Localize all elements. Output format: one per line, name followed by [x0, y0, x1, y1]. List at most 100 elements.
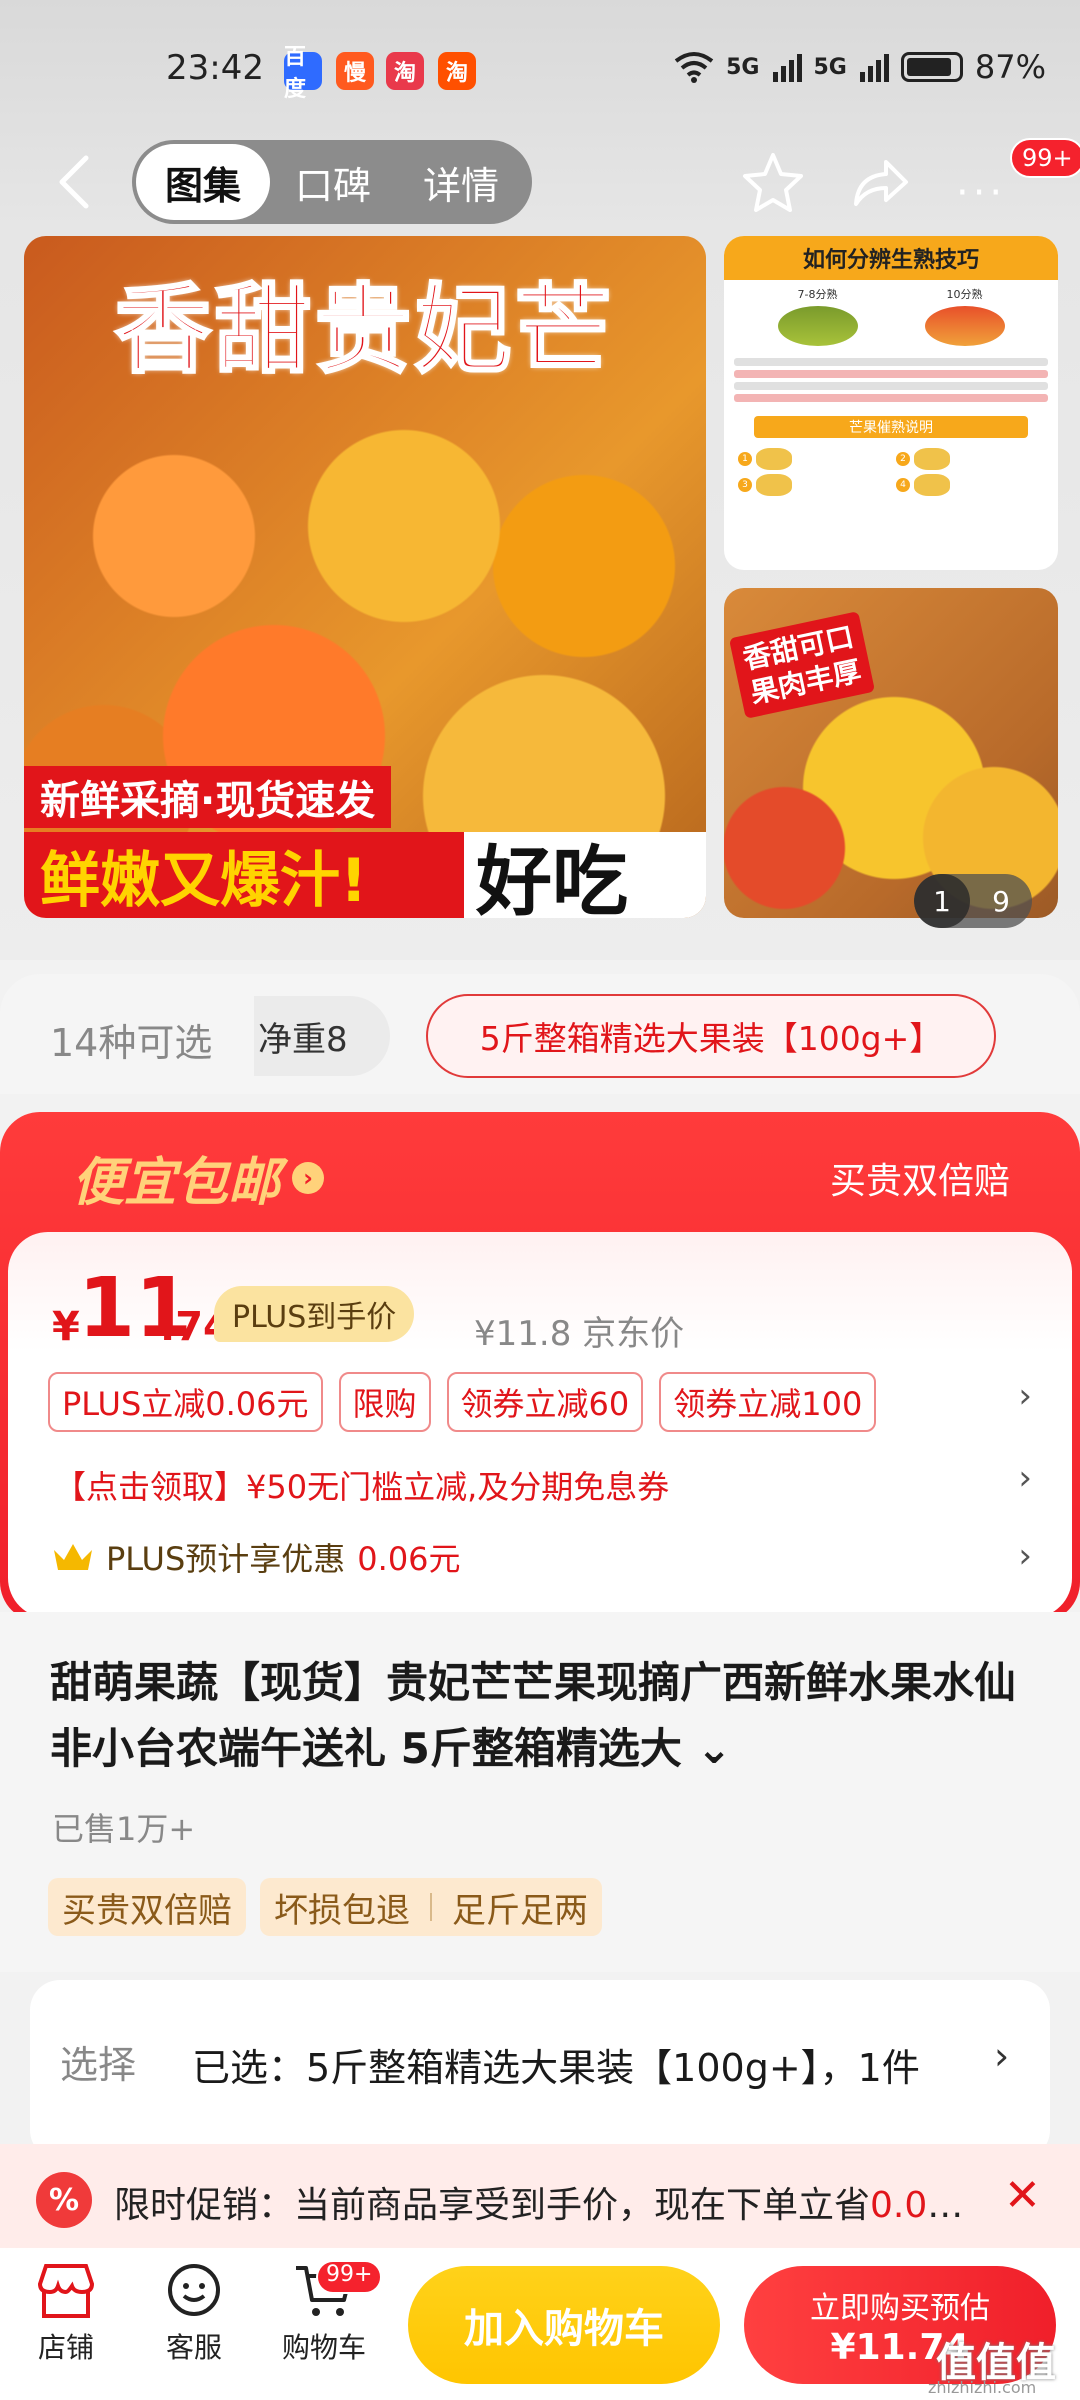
- taobao-618-app-icon: 淘: [438, 52, 476, 90]
- message-badge: 99+: [1010, 138, 1080, 178]
- ripening-steps: 1 2 3 4: [724, 444, 1058, 500]
- coupon-claim-chevron-icon[interactable]: ›: [1018, 1458, 1032, 1498]
- product-title-text: 甜萌果蔬【现货】贵妃芒芒果现摘广西新鲜水果水仙非小台农端午送礼 5斤整箱精选大: [50, 1658, 1017, 1773]
- gallery-counter: 1 9: [914, 874, 1032, 928]
- variant-chip-partial[interactable]: 净重8: [254, 996, 390, 1076]
- service-tags: 买贵双倍赔 坏损包退 足斤足两: [48, 1878, 602, 1936]
- plus-line-amount: 0.06元: [357, 1540, 461, 1578]
- green-mango-image: [777, 306, 858, 346]
- discount-icon: %: [36, 2172, 92, 2228]
- service-label: 客服: [165, 2331, 222, 2364]
- step-2: 2: [896, 448, 1044, 470]
- gallery-main-title: 香甜贵妃芒: [114, 273, 615, 388]
- status-time: 23:42: [166, 48, 264, 88]
- step-image: [914, 448, 950, 470]
- plus-price-pill: PLUS到手价: [214, 1286, 415, 1342]
- price-guarantee[interactable]: 买贵双倍赔: [830, 1152, 1010, 1204]
- plus-chevron-icon[interactable]: ›: [1018, 1536, 1032, 1576]
- baidu-app-icon: 百度: [284, 45, 322, 102]
- nav-tabs: 图集 口碑 详情: [132, 140, 532, 224]
- gallery-thumb-ripeness[interactable]: 如何分辨生熟技巧 7-8分熟 10分熟 芒果催熟说明 1 2 3 4: [724, 236, 1058, 570]
- jd-price-value: ¥11.8: [474, 1314, 572, 1354]
- gallery-main-subtitle: 新鲜采摘·现货速发: [24, 766, 392, 828]
- coupon-limit[interactable]: 限购: [338, 1372, 431, 1432]
- variant-chip-selected[interactable]: 5斤整箱精选大果装【100g+】: [426, 994, 996, 1078]
- limited-promo-amount: 0.06...: [870, 2185, 964, 2226]
- ripeness-title: 如何分辨生熟技巧: [724, 236, 1058, 280]
- share-icon[interactable]: [848, 152, 910, 212]
- fruit-78-label: 7-8分熟: [797, 288, 838, 301]
- ripe-mango-image: [924, 306, 1005, 346]
- cart-label: 购物车: [281, 2331, 366, 2364]
- back-icon[interactable]: [52, 152, 98, 212]
- close-icon[interactable]: ✕: [1004, 2170, 1041, 2221]
- tag-service[interactable]: 坏损包退 足斤足两: [260, 1878, 602, 1936]
- tab-gallery[interactable]: 图集: [136, 144, 270, 220]
- step-dot: 3: [738, 478, 752, 492]
- gallery-counter-total: 9: [992, 884, 1010, 918]
- signal-bars-icon: [772, 54, 802, 82]
- signal-bars-icon-2: [859, 54, 889, 82]
- jd-price-label: 京东价: [582, 1314, 685, 1354]
- gallery-main-slogan: 鲜嫩又爆汁!: [24, 832, 464, 918]
- signal-5g-icon-2: 5G: [813, 54, 847, 80]
- shop-icon: [37, 2264, 95, 2318]
- limited-promo-text[interactable]: 限时促销：当前商品享受到手价，现在下单立省0.06...: [114, 2176, 964, 2228]
- variant-count[interactable]: 14种可选: [50, 1012, 212, 1067]
- coupon-60[interactable]: 领券立减60: [446, 1372, 644, 1432]
- mango-flesh-tag: 香甜可口 果肉丰厚: [728, 611, 876, 719]
- coupon-row: PLUS立减0.06元 限购 领券立减60 领券立减100: [48, 1372, 877, 1432]
- jd-price: ¥11.8 京东价: [474, 1306, 684, 1355]
- wifi-icon: [674, 52, 714, 83]
- coupon-claim-line[interactable]: 【点击领取】¥50无门槛立减,及分期免息券: [54, 1462, 669, 1508]
- tab-details[interactable]: 详情: [396, 144, 526, 220]
- limited-promo-message: 限时促销：当前商品享受到手价，现在下单立省: [114, 2185, 871, 2226]
- select-chevron-icon[interactable]: ›: [994, 2034, 1009, 2078]
- ripeness-fruits: 7-8分熟 10分熟: [724, 280, 1058, 350]
- step-image: [756, 474, 792, 496]
- more-icon[interactable]: ···: [956, 170, 1006, 216]
- step-image: [914, 474, 950, 496]
- service-icon: [168, 2264, 220, 2316]
- plus-discount-line[interactable]: PLUS预计享优惠 0.06元: [52, 1534, 461, 1580]
- product-title[interactable]: 甜萌果蔬【现货】贵妃芒芒果现摘广西新鲜水果水仙非小台农端午送礼 5斤整箱精选大 …: [50, 1650, 1030, 1782]
- sold-count: 已售1万+: [52, 1810, 196, 1848]
- add-to-cart-button[interactable]: 加入购物车: [408, 2266, 720, 2384]
- status-bar: 23:42 百度 慢 淘 淘 5G 5G 87%: [0, 0, 1080, 140]
- gallery-main-image[interactable]: 香甜贵妃芒 新鲜采摘·现货速发 鲜嫩又爆汁! 好吃: [24, 236, 706, 918]
- ripeness-text: [724, 350, 1058, 410]
- tab-reviews[interactable]: 口碑: [270, 144, 396, 220]
- gallery-counter-current: 1: [914, 874, 970, 928]
- tag-damage-refund: 坏损包退: [274, 1890, 410, 1931]
- gallery-main-bottom: 鲜嫩又爆汁! 好吃: [24, 832, 706, 918]
- step-dot: 1: [738, 452, 752, 466]
- step-1: 1: [738, 448, 886, 470]
- crown-icon: [54, 1544, 92, 1570]
- promo-arrow-icon: ›: [292, 1161, 325, 1194]
- tag-full-weight: 足斤足两: [452, 1890, 588, 1931]
- coupon-chevron-icon[interactable]: ›: [1018, 1376, 1032, 1416]
- promo-title[interactable]: 便宜包邮 ›: [72, 1140, 325, 1215]
- cart-badge: 99+: [316, 2260, 383, 2294]
- step-image: [756, 448, 792, 470]
- price-currency: ¥: [52, 1304, 80, 1350]
- tag-divider: [430, 1893, 432, 1921]
- watermark-url: zhizhizhi.com: [928, 2378, 1037, 2397]
- battery-icon: [900, 52, 963, 82]
- step-3: 3: [738, 474, 886, 496]
- service-button[interactable]: 客服: [134, 2262, 254, 2366]
- coupon-100[interactable]: 领券立减100: [659, 1372, 877, 1432]
- expand-icon[interactable]: ⌄: [696, 1724, 731, 1773]
- app-icon-2: 慢: [336, 52, 374, 90]
- tag-price-guarantee[interactable]: 买贵双倍赔: [48, 1878, 246, 1936]
- step-dot: 2: [896, 452, 910, 466]
- fruit-10: 10分熟: [924, 286, 1005, 350]
- plus-line-prefix: PLUS预计享优惠: [106, 1540, 346, 1578]
- taobao-app-icon: 淘: [386, 52, 424, 90]
- favorite-star-icon[interactable]: [740, 150, 806, 216]
- shop-button[interactable]: 店铺: [6, 2262, 126, 2366]
- coupon-plus[interactable]: PLUS立减0.06元: [48, 1372, 323, 1432]
- select-value[interactable]: 已选：5斤整箱精选大果装【100g+】，1件: [192, 2034, 952, 2102]
- gallery-thumb-mango-flesh[interactable]: 香甜可口 果肉丰厚: [724, 588, 1058, 918]
- gallery-main-slogan-2: 好吃: [476, 837, 628, 918]
